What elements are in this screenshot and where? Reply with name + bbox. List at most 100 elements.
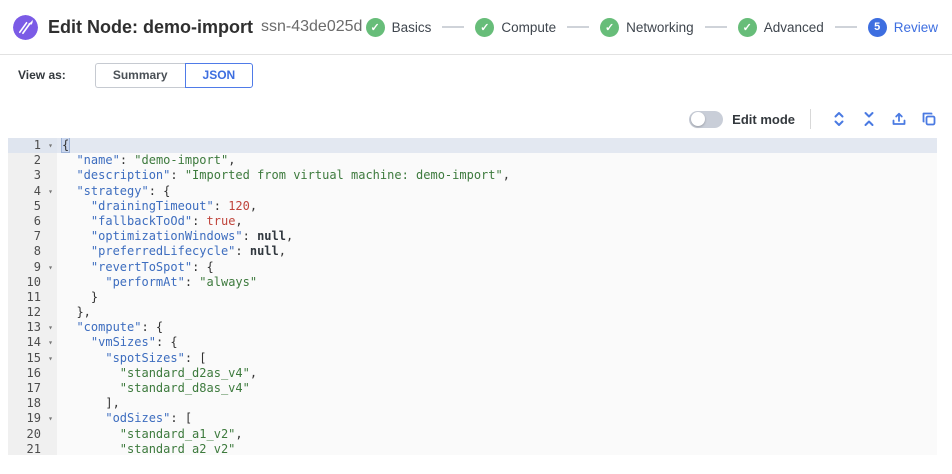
edit-mode-toggle[interactable] [689, 111, 723, 128]
fold-spacer [44, 381, 57, 396]
step-review[interactable]: 5 Review [868, 18, 938, 37]
toolbar-divider [810, 109, 811, 129]
line-number: 21 [8, 442, 57, 455]
code-line-text: "standard_d8as_v4" [57, 381, 937, 396]
code-line-text: "odSizes": [ [57, 411, 937, 426]
fold-spacer [44, 214, 57, 229]
editor-line[interactable]: 7 "optimizationWindows": null, [8, 229, 937, 244]
code-line-text: "name": "demo-import", [57, 153, 937, 168]
step-label: Review [894, 20, 938, 35]
line-number: 11 [8, 290, 57, 305]
editor-line[interactable]: 12 }, [8, 305, 937, 320]
step-compute[interactable]: ✓Compute [475, 18, 556, 37]
editor-line[interactable]: 13▾ "compute": { [8, 320, 937, 335]
editor-line[interactable]: 6 "fallbackToOd": true, [8, 214, 937, 229]
editor-line[interactable]: 2 "name": "demo-import", [8, 153, 937, 168]
code-line-text: "vmSizes": { [57, 335, 937, 350]
editor-line[interactable]: 16 "standard_d2as_v4", [8, 366, 937, 381]
collapse-all-icon[interactable] [861, 111, 877, 127]
line-number: 1▾ [8, 138, 57, 153]
code-line-text: "strategy": { [57, 184, 937, 199]
step-check-icon: ✓ [366, 18, 385, 37]
code-line-text: } [57, 290, 937, 305]
code-line-text: ], [57, 396, 937, 411]
fold-arrow-icon[interactable]: ▾ [44, 411, 57, 426]
editor-line[interactable]: 20 "standard_a1_v2", [8, 427, 937, 442]
expand-all-icon[interactable] [831, 111, 847, 127]
view-tab-json[interactable]: JSON [185, 63, 254, 88]
code-line-text: { [57, 138, 937, 153]
editor-line[interactable]: 17 "standard_d8as_v4" [8, 381, 937, 396]
view-tab-summary[interactable]: Summary [95, 63, 185, 88]
view-as-bar: View as: SummaryJSON [0, 55, 952, 95]
editor-line[interactable]: 1▾{ [8, 138, 937, 153]
fold-spacer [44, 229, 57, 244]
code-line-text: "drainingTimeout": 120, [57, 199, 937, 214]
fold-arrow-icon[interactable]: ▾ [44, 184, 57, 199]
code-line-text: "compute": { [57, 320, 937, 335]
step-label: Advanced [764, 20, 824, 35]
line-number: 14▾ [8, 335, 57, 350]
line-number: 2 [8, 153, 57, 168]
editor-line[interactable]: 18 ], [8, 396, 937, 411]
fold-arrow-icon[interactable]: ▾ [44, 138, 57, 153]
editor-line[interactable]: 4▾ "strategy": { [8, 184, 937, 199]
export-icon[interactable] [891, 111, 907, 127]
code-line-text: "revertToSpot": { [57, 260, 937, 275]
fold-arrow-icon[interactable]: ▾ [44, 351, 57, 366]
editor-line[interactable]: 21 "standard_a2_v2" [8, 442, 937, 455]
step-number-badge: 5 [868, 18, 887, 37]
fold-arrow-icon[interactable]: ▾ [44, 335, 57, 350]
line-number: 12 [8, 305, 57, 320]
editor-line[interactable]: 15▾ "spotSizes": [ [8, 351, 937, 366]
code-line-text: "standard_a2_v2" [57, 442, 937, 455]
step-check-icon: ✓ [738, 18, 757, 37]
step-connector [705, 26, 727, 28]
step-networking[interactable]: ✓ Networking [600, 18, 694, 37]
fold-spacer [44, 305, 57, 320]
step-label: Basics [392, 20, 432, 35]
code-line-text: "description": "Imported from virtual ma… [57, 168, 937, 183]
editor-line[interactable]: 14▾ "vmSizes": { [8, 335, 937, 350]
line-number: 15▾ [8, 351, 57, 366]
step-advanced[interactable]: ✓ Advanced [738, 18, 824, 37]
header: Edit Node: demo-import ssn-43de025d ✓Bas… [0, 0, 952, 55]
step-basics[interactable]: ✓ Basics [366, 18, 432, 37]
fold-arrow-icon[interactable]: ▾ [44, 320, 57, 335]
editor-line[interactable]: 10 "performAt": "always" [8, 275, 937, 290]
line-number: 7 [8, 229, 57, 244]
code-line-text: "preferredLifecycle": null, [57, 244, 937, 259]
editor-line[interactable]: 3 "description": "Imported from virtual … [8, 168, 937, 183]
fold-spacer [44, 442, 57, 455]
fold-spacer [44, 244, 57, 259]
editor-line[interactable]: 8 "preferredLifecycle": null, [8, 244, 937, 259]
toggle-knob [691, 112, 705, 126]
step-connector [567, 26, 589, 28]
fold-spacer [44, 427, 57, 442]
step-check-icon: ✓ [600, 18, 619, 37]
fold-spacer [44, 168, 57, 183]
editor-toolbar: Edit mode [689, 103, 944, 135]
step-label: Compute [501, 20, 556, 35]
line-number: 18 [8, 396, 57, 411]
view-as-label: View as: [18, 68, 66, 82]
editor-line[interactable]: 19▾ "odSizes": [ [8, 411, 937, 426]
editor-line[interactable]: 9▾ "revertToSpot": { [8, 260, 937, 275]
step-connector [442, 26, 464, 28]
line-number: 20 [8, 427, 57, 442]
fold-arrow-icon[interactable]: ▾ [44, 260, 57, 275]
code-line-text: "spotSizes": [ [57, 351, 937, 366]
line-number: 4▾ [8, 184, 57, 199]
editor-line[interactable]: 5 "drainingTimeout": 120, [8, 199, 937, 214]
line-number: 6 [8, 214, 57, 229]
fold-spacer [44, 153, 57, 168]
node-id: ssn-43de025d [261, 18, 362, 36]
line-number: 9▾ [8, 260, 57, 275]
json-editor[interactable]: 1▾{2 "name": "demo-import",3 "descriptio… [8, 138, 937, 455]
copy-icon[interactable] [921, 111, 937, 127]
step-label: Networking [626, 20, 694, 35]
editor-line[interactable]: 11 } [8, 290, 937, 305]
line-number: 13▾ [8, 320, 57, 335]
code-line-text: "performAt": "always" [57, 275, 937, 290]
fold-spacer [44, 199, 57, 214]
